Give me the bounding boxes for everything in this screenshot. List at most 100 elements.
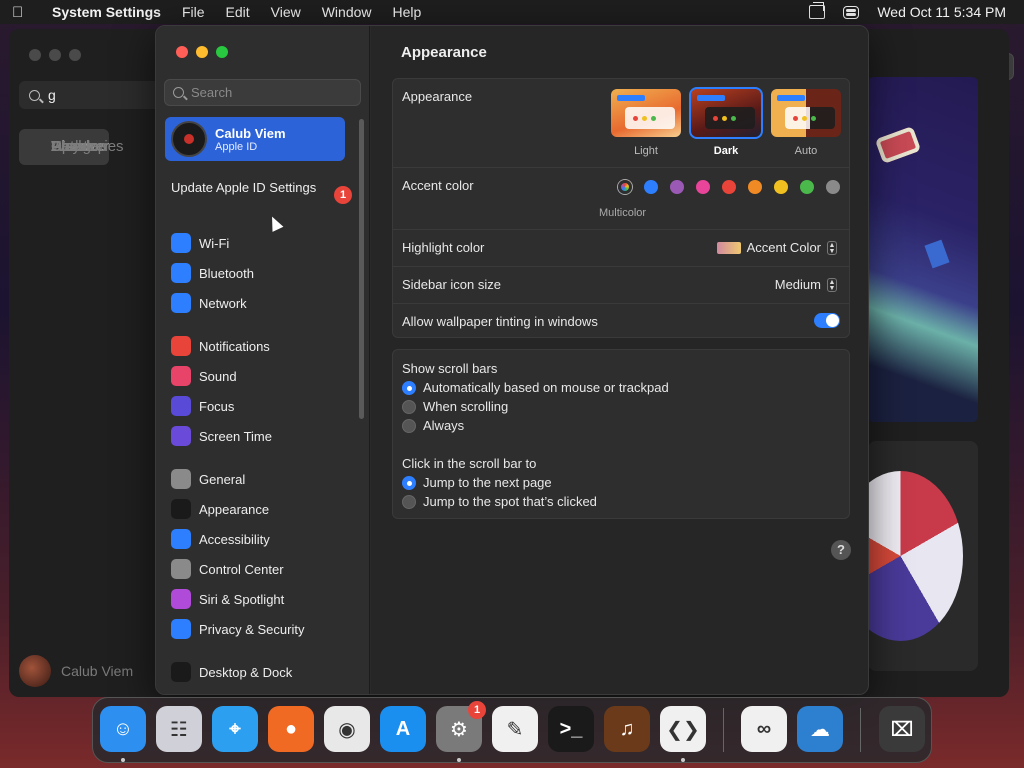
- scroll-when-label: When scrolling: [423, 399, 509, 414]
- search-input[interactable]: [191, 85, 351, 100]
- sidebar-item-appearance[interactable]: Appearance: [171, 497, 269, 521]
- icon-size-popup[interactable]: Medium ▲ ▼: [775, 277, 837, 292]
- scroll-always-radio[interactable]: Always: [402, 418, 464, 433]
- accent-swatch[interactable]: [696, 180, 710, 194]
- accent-swatch[interactable]: [722, 180, 736, 194]
- bg-minimize-button[interactable]: [49, 49, 61, 61]
- dock-icon: [171, 662, 191, 682]
- appearance-group: Appearance Light Dark Auto Accent color …: [392, 78, 850, 338]
- sidebar-item-control-center[interactable]: Control Center: [171, 557, 284, 581]
- garageband-icon[interactable]: ♫: [604, 706, 650, 752]
- menu-file[interactable]: File: [182, 4, 205, 20]
- sidebar-item-bluetooth[interactable]: Bluetooth: [171, 261, 254, 285]
- scroll-auto-label: Automatically based on mouse or trackpad: [423, 380, 669, 395]
- scroll-auto-radio[interactable]: Automatically based on mouse or trackpad: [402, 380, 669, 395]
- sidebar-item-label: Screen Time: [199, 428, 272, 444]
- trash-icon[interactable]: ⌧: [879, 706, 925, 752]
- sidebar-search[interactable]: [164, 79, 361, 106]
- help-button[interactable]: ?: [831, 540, 851, 560]
- wifi-icon: [171, 233, 191, 253]
- visual-studio-icon[interactable]: ∞: [741, 706, 787, 752]
- dock: ☺ ☷ ⌖ ● ◉ A ⚙ 1 ✎ >_ ♫ ❮❯ ∞ ☁ ⌧: [92, 697, 932, 763]
- sidebar-item-privacy-security[interactable]: Privacy & Security: [171, 617, 304, 641]
- appearance-icon: [171, 499, 191, 519]
- tinting-label: Allow wallpaper tinting in windows: [402, 314, 598, 329]
- accent-swatch[interactable]: [800, 180, 814, 194]
- control-center-icon[interactable]: [843, 5, 860, 19]
- sidebar-item-label: Desktop & Dock: [199, 664, 293, 680]
- chrome-icon[interactable]: ◉: [324, 706, 370, 752]
- system-settings-window: Calub Viem Apple ID Update Apple ID Sett…: [155, 25, 869, 695]
- jump-next-label: Jump to the next page: [423, 475, 552, 490]
- accent-swatch[interactable]: [748, 180, 762, 194]
- sidebar-item-siri-spotlight[interactable]: Siri & Spotlight: [171, 587, 284, 611]
- sidebar-scrollbar[interactable]: [359, 119, 364, 419]
- apple-id-account[interactable]: Calub Viem Apple ID: [165, 117, 345, 161]
- menu-view[interactable]: View: [271, 4, 301, 20]
- accent-swatch[interactable]: [826, 180, 840, 194]
- light-label: Light: [634, 145, 658, 157]
- sidebar-item-label: Appearance: [199, 501, 270, 517]
- bg-zoom-button[interactable]: [69, 49, 81, 61]
- minimize-button[interactable]: [196, 46, 208, 58]
- appearance-row: Appearance Light Dark Auto: [393, 79, 849, 167]
- close-button[interactable]: [176, 46, 188, 58]
- accent-swatch[interactable]: [644, 180, 658, 194]
- weather-icon[interactable]: ☁: [797, 706, 843, 752]
- firefox-icon[interactable]: ●: [268, 706, 314, 752]
- appearance-option-light[interactable]: Light: [611, 89, 681, 157]
- accent-swatch[interactable]: [774, 180, 788, 194]
- update-label: Update Apple ID Settings: [171, 180, 317, 195]
- menu-app-name[interactable]: System Settings: [52, 4, 161, 20]
- scroll-bars-label: Show scroll bars: [402, 361, 498, 376]
- sidebar-item-label: General: [199, 471, 246, 487]
- highlight-row: Highlight color Accent Color ▲ ▼: [393, 229, 849, 265]
- sidebar-item-label: Siri & Spotlight: [199, 591, 285, 607]
- menu-window[interactable]: Window: [322, 4, 372, 20]
- bg-close-button[interactable]: [29, 49, 41, 61]
- accent-multicolor[interactable]: [618, 180, 632, 194]
- menu-clock[interactable]: Wed Oct 11 5:34 PM: [877, 4, 1006, 20]
- sidebar-item-desktop-dock[interactable]: Desktop & Dock: [171, 660, 292, 684]
- sidebar-item-screen-time[interactable]: Screen Time: [171, 424, 272, 448]
- control-center-icon: [171, 559, 191, 579]
- textedit-icon[interactable]: ✎: [492, 706, 538, 752]
- jump-spot-radio[interactable]: Jump to the spot that’s clicked: [402, 494, 597, 509]
- appearance-option-auto[interactable]: Auto: [771, 89, 841, 157]
- screen-mirroring-icon[interactable]: [809, 2, 826, 19]
- highlight-popup[interactable]: Accent Color ▲ ▼: [716, 240, 837, 255]
- sidebar-item-sound[interactable]: Sound: [171, 364, 237, 388]
- speaker-icon: [171, 366, 191, 386]
- sidebar-item-notifications[interactable]: Notifications: [171, 334, 270, 358]
- sidebar-item-focus[interactable]: Focus: [171, 394, 234, 418]
- bg-artwork-bottom[interactable]: [868, 441, 978, 671]
- sidebar-item-general[interactable]: General: [171, 467, 245, 491]
- finder-icon[interactable]: ☺: [100, 706, 146, 752]
- sidebar-item-accessibility[interactable]: Accessibility: [171, 527, 270, 551]
- vscode-icon[interactable]: ❮❯: [660, 706, 706, 752]
- bg-artwork-top[interactable]: [868, 77, 978, 422]
- bell-icon: [171, 336, 191, 356]
- accent-swatch[interactable]: [670, 180, 684, 194]
- appearance-option-dark[interactable]: Dark: [689, 87, 763, 157]
- menu-edit[interactable]: Edit: [226, 4, 250, 20]
- terminal-icon[interactable]: >_: [548, 706, 594, 752]
- apple-menu-icon[interactable]: : [12, 4, 38, 21]
- sidebar-item-label: Notifications: [199, 338, 270, 354]
- bg-user[interactable]: Calub Viem: [19, 655, 133, 687]
- menu-help[interactable]: Help: [393, 4, 422, 20]
- update-apple-id-item[interactable]: Update Apple ID Settings 1: [171, 180, 352, 204]
- bg-search-field[interactable]: g: [19, 81, 169, 109]
- multicolor-label: Multicolor: [599, 207, 647, 219]
- safari-icon[interactable]: ⌖: [212, 706, 258, 752]
- sidebar-item-label: Focus: [199, 398, 235, 414]
- sidebar-item-wi-fi[interactable]: Wi-Fi: [171, 231, 229, 255]
- sidebar-item-network[interactable]: Network: [171, 291, 247, 315]
- scroll-when-scrolling-radio[interactable]: When scrolling: [402, 399, 508, 414]
- tinting-toggle[interactable]: [814, 313, 840, 328]
- launchpad-icon[interactable]: ☷: [156, 706, 202, 752]
- zoom-button[interactable]: [216, 46, 228, 58]
- app-store-icon[interactable]: A: [380, 706, 426, 752]
- bg-nav-updates[interactable]: Updates: [19, 129, 107, 165]
- jump-next-page-radio[interactable]: Jump to the next page: [402, 475, 552, 490]
